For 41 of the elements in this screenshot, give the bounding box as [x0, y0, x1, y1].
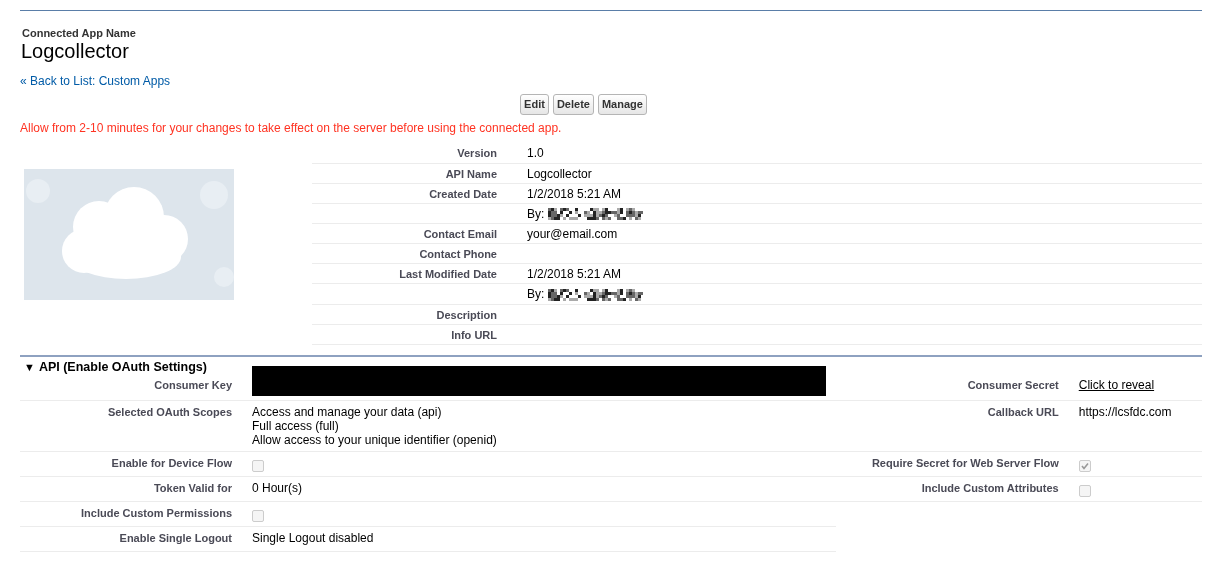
back-link[interactable]: « Back to List: Custom Apps	[20, 74, 171, 88]
page-title: Logcollector	[21, 40, 130, 62]
field-value: your@email.com	[527, 227, 618, 242]
field-label: Token Valid for	[153, 482, 232, 495]
field-value: 1/2/2018 5:21 AM	[527, 267, 622, 282]
field-label: Contact Phone	[419, 248, 497, 261]
section-title: API (Enable OAuth Settings)	[38, 360, 207, 375]
scope-text: Allow access to your unique identifier (openid)	[252, 433, 498, 448]
field-value: 0 Hour(s)	[252, 481, 302, 496]
field-label: Selected OAuth Scopes	[107, 406, 232, 419]
field-label: Version	[457, 147, 497, 159]
field-label: Description	[436, 309, 497, 322]
field-label: Contact Email	[423, 228, 497, 241]
scope-text: Full access (full)	[252, 419, 340, 434]
field-label: Consumer Key	[154, 379, 232, 392]
action-button[interactable]: Manage	[597, 94, 647, 115]
field-label: Callback URL	[987, 406, 1059, 419]
field-label: API Name	[445, 167, 497, 180]
field-value: 1.0	[527, 146, 544, 160]
field-label: Consumer Secret	[967, 379, 1059, 392]
field-label: Created Date	[429, 187, 497, 200]
field-value: By:	[527, 287, 545, 302]
field-label: Info URL	[451, 329, 497, 342]
field-label: Enable for Device Flow	[111, 457, 232, 470]
field-value: By:	[527, 206, 545, 221]
field-label: Last Modified Date	[399, 268, 497, 281]
field-label: Require Secret for Web Server Flow	[871, 457, 1059, 470]
field-label: Connected App Name	[22, 27, 137, 40]
action-button[interactable]: Edit	[520, 94, 549, 115]
notice-text: Allow from 2-10 minutes for your changes to take effect on the server before using the connected app.	[20, 121, 563, 135]
scope-text: Access and manage your data (api)	[252, 405, 443, 420]
reveal-link[interactable]: Click to reveal	[1078, 378, 1155, 393]
field-value: Logcollector	[527, 166, 592, 181]
field-label: Include Custom Attributes	[921, 482, 1059, 495]
field-value: https://lcsfdc.com	[1078, 405, 1172, 420]
collapse-toggle[interactable]: ▼	[24, 360, 35, 375]
action-button[interactable]: Delete	[552, 94, 594, 115]
field-label: Include Custom Permissions	[81, 507, 232, 520]
field-value: Single Logout disabled	[252, 531, 374, 546]
field-value: 1/2/2018 5:21 AM	[527, 186, 622, 201]
field-label: Enable Single Logout	[119, 532, 232, 545]
